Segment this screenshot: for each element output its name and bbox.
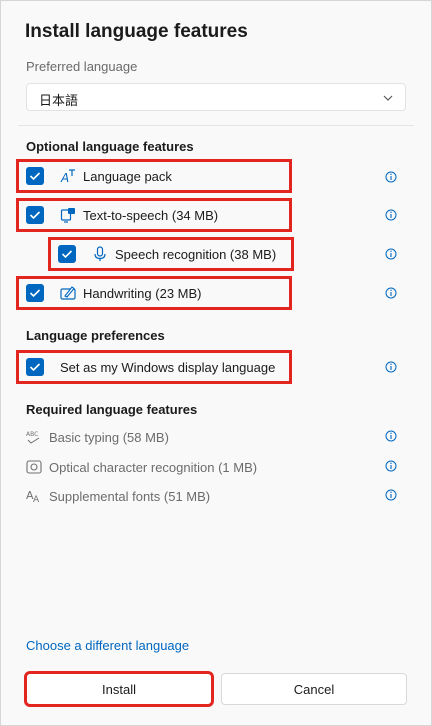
abc-spellcheck-icon: ABC bbox=[26, 431, 40, 444]
preferred-language-value: 日本語 bbox=[39, 93, 79, 108]
checkmark-icon bbox=[29, 363, 41, 372]
info-icon[interactable] bbox=[385, 171, 397, 183]
speech-recognition-label: Speech recognition (38 MB) bbox=[115, 247, 277, 262]
microphone-icon bbox=[94, 246, 106, 261]
info-icon[interactable] bbox=[385, 248, 397, 260]
ocr-label: Optical character recognition (1 MB) bbox=[49, 460, 258, 475]
text-to-speech-label: Text-to-speech (34 MB) bbox=[83, 208, 219, 223]
handwriting-icon bbox=[60, 286, 76, 300]
cancel-button[interactable]: Cancel bbox=[221, 673, 407, 705]
checkmark-icon bbox=[29, 172, 41, 181]
language-preferences-heading: Language preferences bbox=[26, 328, 165, 343]
handwriting-checkbox[interactable] bbox=[26, 284, 44, 302]
text-to-speech-icon bbox=[60, 208, 75, 223]
optional-features-heading: Optional language features bbox=[26, 139, 194, 154]
info-icon[interactable] bbox=[385, 209, 397, 221]
language-pack-row[interactable]: A Language pack bbox=[16, 159, 292, 193]
checkmark-icon bbox=[29, 211, 41, 220]
preferred-language-dropdown[interactable]: 日本語 bbox=[26, 83, 406, 111]
font-icon: A A bbox=[26, 489, 40, 503]
checkmark-icon bbox=[29, 289, 41, 298]
dialog-title: Install language features bbox=[25, 21, 248, 42]
text-to-speech-checkbox[interactable] bbox=[26, 206, 44, 224]
checkmark-icon bbox=[61, 250, 73, 259]
speech-recognition-row[interactable]: Speech recognition (38 MB) bbox=[48, 237, 294, 271]
handwriting-label: Handwriting (23 MB) bbox=[83, 286, 202, 301]
svg-text:ABC: ABC bbox=[26, 431, 38, 438]
info-icon[interactable] bbox=[385, 287, 397, 299]
speech-recognition-checkbox[interactable] bbox=[58, 245, 76, 263]
language-pack-checkbox[interactable] bbox=[26, 167, 44, 185]
info-icon[interactable] bbox=[385, 430, 397, 442]
required-features-heading: Required language features bbox=[26, 402, 198, 417]
choose-different-language-link[interactable]: Choose a different language bbox=[26, 638, 189, 653]
language-pack-label: Language pack bbox=[83, 169, 172, 184]
install-language-features-dialog: Install language features Preferred lang… bbox=[0, 0, 432, 726]
language-pack-icon: A bbox=[60, 169, 75, 184]
display-language-label: Set as my Windows display language bbox=[60, 360, 276, 375]
preferred-language-label: Preferred language bbox=[26, 59, 138, 74]
svg-text:A: A bbox=[33, 495, 40, 503]
handwriting-row[interactable]: Handwriting (23 MB) bbox=[16, 276, 292, 310]
chevron-down-icon bbox=[383, 95, 393, 101]
camera-ocr-icon bbox=[26, 460, 42, 474]
info-icon[interactable] bbox=[385, 489, 397, 501]
install-button[interactable]: Install bbox=[24, 671, 214, 707]
text-to-speech-row[interactable]: Text-to-speech (34 MB) bbox=[16, 198, 292, 232]
info-icon[interactable] bbox=[385, 361, 397, 373]
info-icon[interactable] bbox=[385, 460, 397, 472]
svg-text:A: A bbox=[60, 171, 69, 184]
supplemental-fonts-label: Supplemental fonts (51 MB) bbox=[49, 489, 211, 504]
display-language-row[interactable]: Set as my Windows display language bbox=[16, 350, 292, 384]
basic-typing-label: Basic typing (58 MB) bbox=[49, 430, 169, 445]
divider bbox=[18, 125, 414, 126]
display-language-checkbox[interactable] bbox=[26, 358, 44, 376]
